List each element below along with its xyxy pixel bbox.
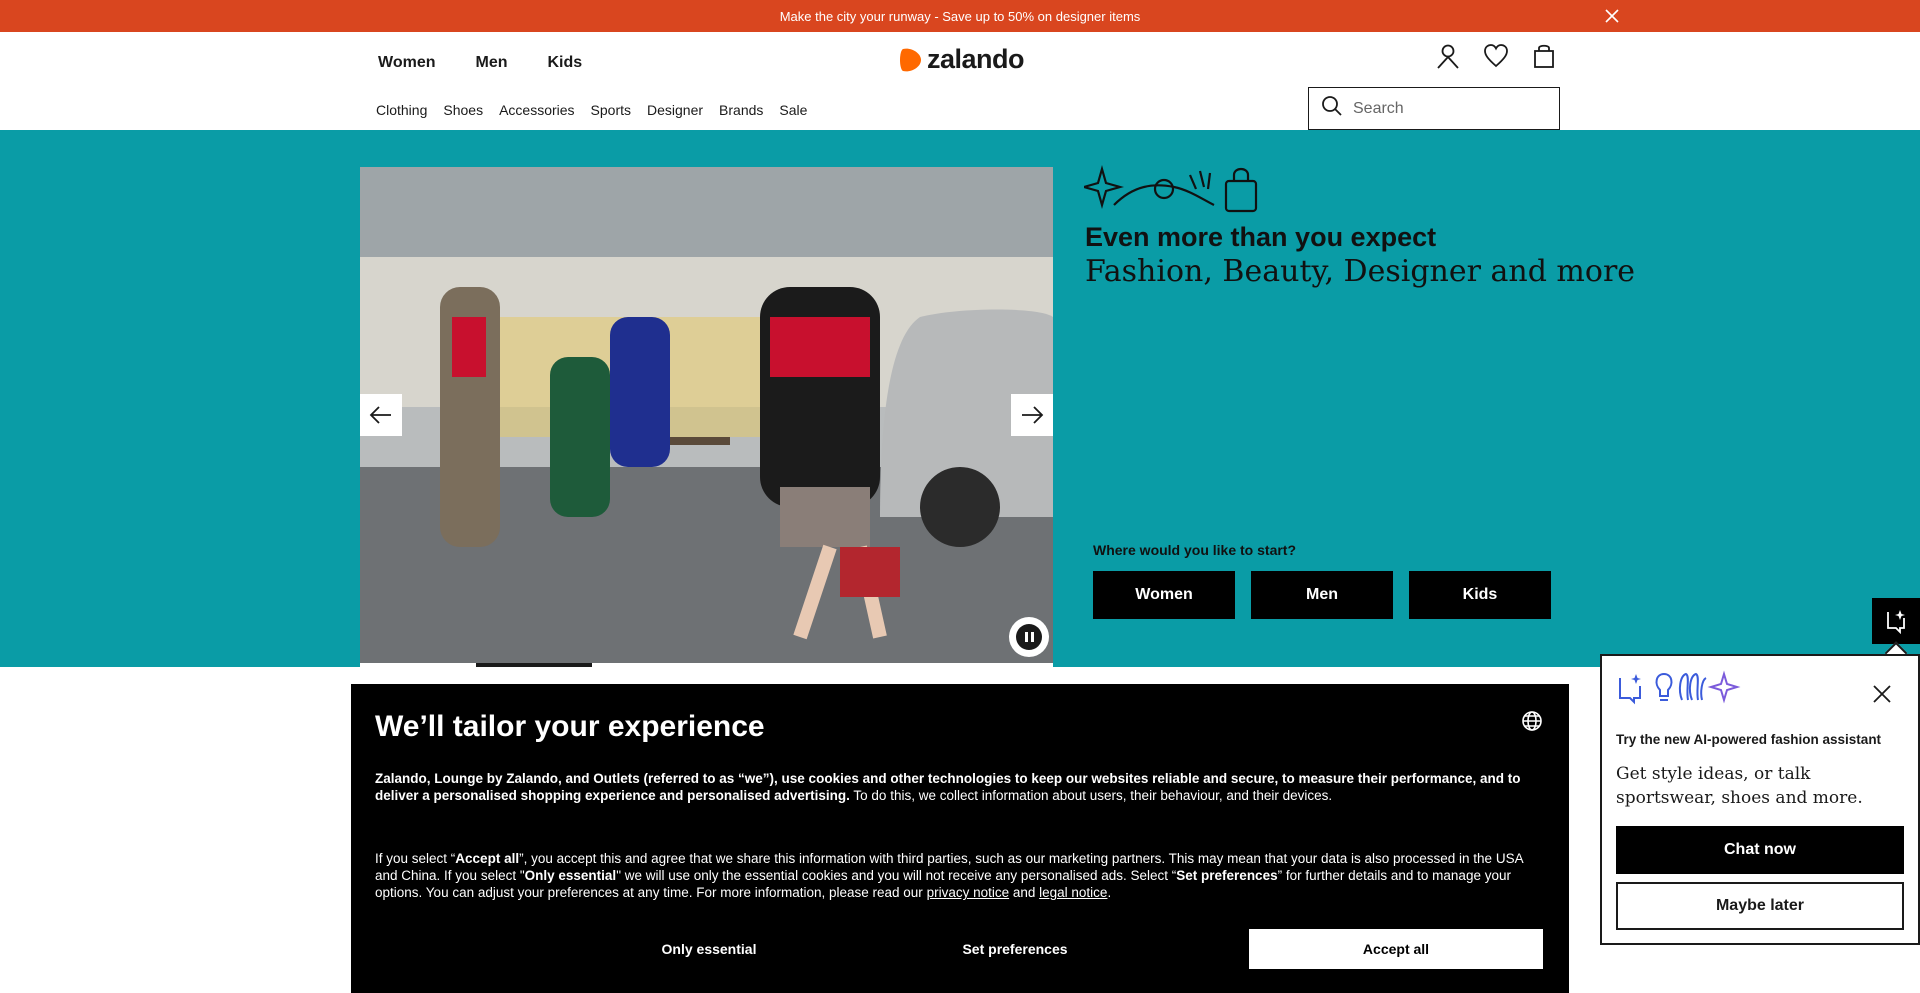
privacy-notice-link[interactable]: privacy notice: [927, 885, 1010, 900]
ai-assistant-title: Try the new AI-powered fashion assistant: [1616, 732, 1882, 747]
zalando-logo[interactable]: zalando: [897, 44, 1025, 75]
cat-clothing[interactable]: Clothing: [368, 102, 435, 118]
consent-p2-text: If you select “: [375, 851, 456, 866]
consent-p2-accept: Accept all: [455, 851, 520, 866]
gender-nav: Women Men Kids: [378, 54, 622, 72]
logo-mark-icon: [900, 48, 921, 71]
carousel-prev-button[interactable]: [360, 394, 402, 436]
promo-banner: Make the city your runway - Save up to 5…: [0, 0, 1920, 32]
hero-photo: [360, 167, 1053, 663]
nav-women[interactable]: Women: [378, 54, 435, 72]
consent-p2-text: .: [1107, 885, 1112, 900]
sparkle-eye-bag-icon: [1084, 165, 1258, 213]
ai-feature-icons: [1619, 670, 1741, 705]
cat-designer[interactable]: Designer: [639, 102, 711, 118]
only-essential-button[interactable]: Only essential: [609, 929, 809, 969]
start-kids-button[interactable]: Kids: [1409, 571, 1551, 619]
ai-assistant-description: Get style ideas, or talk sportswear, sho…: [1616, 764, 1863, 808]
cat-accessories[interactable]: Accessories: [491, 102, 582, 118]
search-input[interactable]: [1353, 99, 1533, 118]
cat-shoes[interactable]: Shoes: [435, 102, 491, 118]
bag-icon[interactable]: [1530, 42, 1558, 70]
close-icon[interactable]: [1872, 684, 1892, 704]
hero-carousel-image[interactable]: [360, 167, 1053, 663]
start-question: Where would you like to start?: [1093, 542, 1297, 558]
pause-icon: [1016, 624, 1042, 650]
logo-text: zalando: [927, 44, 1025, 74]
cat-brands[interactable]: Brands: [711, 102, 771, 118]
consent-p2-only: Only essential: [524, 868, 617, 883]
globe-icon[interactable]: [1521, 710, 1543, 732]
header-actions: [1434, 42, 1558, 70]
ai-assistant-panel: Try the new AI-powered fashion assistant…: [1600, 654, 1920, 945]
carousel-pause-button[interactable]: [1009, 617, 1049, 657]
start-buttons: Women Men Kids: [1093, 571, 1551, 619]
cat-sports[interactable]: Sports: [583, 102, 639, 118]
start-women-button[interactable]: Women: [1093, 571, 1235, 619]
consent-p2-text: " we will use only the essential cookies…: [616, 868, 1177, 883]
promo-text[interactable]: Make the city your runway - Save up to 5…: [780, 9, 1141, 24]
hero-section: Even more than you expect Fashion, Beaut…: [0, 130, 1920, 667]
search-icon: [1321, 95, 1343, 122]
arrow-left-icon: [369, 406, 391, 424]
consent-p2-prefs: Set preferences: [1176, 868, 1278, 883]
carousel-progress-fill: [476, 663, 592, 667]
chat-spark-icon: [1887, 610, 1905, 634]
site-header: Women Men Kids zalando Clothing Shoes Ac…: [0, 32, 1920, 130]
user-icon[interactable]: [1434, 42, 1462, 70]
consent-actions: Only essential Set preferences Accept al…: [375, 929, 1545, 969]
consent-paragraph-1: Zalando, Lounge by Zalando, and Outlets …: [375, 770, 1545, 804]
consent-paragraph-2: If you select “Accept all”, you accept t…: [375, 850, 1545, 901]
consent-title: We’ll tailor your experience: [375, 710, 765, 743]
start-men-button[interactable]: Men: [1251, 571, 1393, 619]
category-nav: Clothing Shoes Accessories Sports Design…: [368, 102, 815, 118]
legal-notice-link[interactable]: legal notice: [1039, 885, 1107, 900]
hero-headline: Even more than you expect: [1085, 222, 1437, 252]
carousel-progress-track: [360, 663, 1053, 667]
set-preferences-button[interactable]: Set preferences: [915, 929, 1115, 969]
hero-subheadline: Fashion, Beauty, Designer and more: [1085, 254, 1636, 289]
search-box[interactable]: [1308, 87, 1560, 130]
accept-all-button[interactable]: Accept all: [1249, 929, 1543, 969]
cookie-consent-dialog: We’ll tailor your experience Zalando, Lo…: [351, 684, 1569, 993]
carousel-next-button[interactable]: [1011, 394, 1053, 436]
consent-p2-text: and: [1009, 885, 1040, 900]
cat-sale[interactable]: Sale: [771, 102, 815, 118]
maybe-later-button[interactable]: Maybe later: [1616, 882, 1904, 930]
nav-kids[interactable]: Kids: [547, 54, 582, 72]
arrow-right-icon: [1022, 406, 1044, 424]
consent-p1-rest: To do this, we collect information about…: [849, 788, 1333, 803]
close-icon[interactable]: [1604, 8, 1620, 24]
ai-assistant-toggle-button[interactable]: [1872, 598, 1920, 644]
nav-men[interactable]: Men: [475, 54, 507, 72]
chat-now-button[interactable]: Chat now: [1616, 826, 1904, 874]
heart-icon[interactable]: [1482, 42, 1510, 70]
